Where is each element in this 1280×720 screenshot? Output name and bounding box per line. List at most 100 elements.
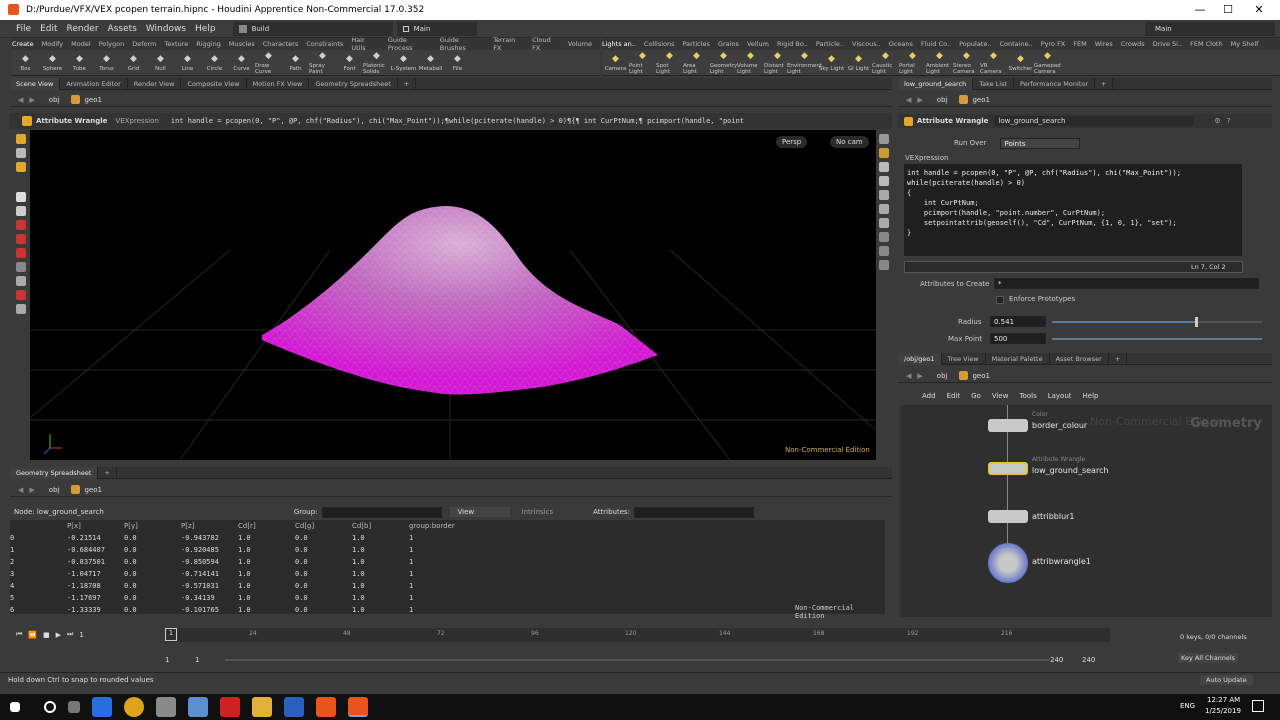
range-end2[interactable]: 240 — [1082, 656, 1095, 664]
ss-col-header[interactable]: P[y] — [124, 520, 181, 532]
table-row[interactable]: 6 -1.33339 0.0 -0.101765 1.0 0.0 1.0 1 — [10, 604, 885, 616]
shelf_left-tab-texture[interactable]: Texture — [164, 40, 188, 48]
range-end[interactable]: 240 — [1050, 656, 1063, 664]
param-forward-icon[interactable]: ▶ — [917, 96, 922, 104]
right-layout-selector[interactable]: Main — [1145, 22, 1275, 36]
net-menu-go[interactable]: Go — [971, 392, 981, 400]
shelf_right-tab-rigid-bo[interactable]: Rigid Bo.. — [777, 40, 808, 48]
shelf_right-tool-environment-light[interactable]: ◆ Environment Light — [787, 51, 822, 75]
key-all-button[interactable]: Key All Channels — [1178, 653, 1239, 663]
light-icon[interactable] — [879, 148, 889, 158]
viewer-tab-animation-editor[interactable]: Animation Editor — [60, 77, 128, 90]
ss-col-header[interactable]: P[z] — [181, 520, 238, 532]
net-path-geo[interactable]: geo1 — [972, 372, 990, 380]
radius-slider-handle[interactable] — [1194, 317, 1198, 327]
net-menu-edit[interactable]: Edit — [947, 392, 961, 400]
range-start[interactable]: 1 — [165, 656, 169, 664]
ss-path-geo[interactable]: geo1 — [84, 486, 102, 494]
enforce-checkbox[interactable] — [996, 296, 1004, 304]
itunes-icon[interactable] — [156, 697, 176, 717]
shelf_left-tool-l-system[interactable]: ◆ L-System — [390, 54, 417, 72]
ss-view-menu[interactable]: View — [449, 507, 510, 517]
magnet-tool-icon[interactable] — [16, 220, 26, 230]
viewer-tab-scene-view[interactable]: Scene View — [10, 77, 61, 90]
viewer-tab-motion-fx-view[interactable]: Motion FX View — [247, 77, 310, 90]
shelf_left-tab-model[interactable]: Model — [71, 40, 91, 48]
net-menu-add[interactable]: Add — [922, 392, 936, 400]
maxpoint-field[interactable]: 500 — [990, 333, 1046, 344]
houdini-active-icon[interactable] — [348, 697, 368, 717]
range-slider[interactable] — [225, 659, 1050, 661]
ss-col-header[interactable]: Cd[g] — [295, 520, 352, 532]
minimize-button[interactable]: — — [1185, 0, 1215, 20]
wireframe-icon[interactable] — [879, 176, 889, 186]
windows-start-icon[interactable] — [10, 702, 20, 712]
table-row[interactable]: 4 -1.18708 0.0 -0.571031 1.0 0.0 1.0 1 — [10, 580, 885, 592]
viewer-add-tab-button[interactable]: + — [398, 77, 417, 90]
language-indicator[interactable]: ENG — [1180, 702, 1195, 710]
last-frame-button[interactable]: ⏭ — [67, 630, 73, 639]
display-options-icon[interactable] — [879, 134, 889, 144]
param-back-icon[interactable]: ◀ — [906, 96, 911, 104]
node-border-colour[interactable] — [988, 419, 1028, 432]
menu-help[interactable]: Help — [195, 24, 216, 34]
shelf_left-tool-draw-curve[interactable]: ◆ Draw Curve — [255, 51, 282, 75]
vex-code-editor[interactable]: int handle = pcopen(0, "P", @P, chf("Rad… — [904, 164, 1242, 256]
network-tab-asset-browser[interactable]: Asset Browser — [1050, 352, 1109, 365]
shelf_left-tool-font[interactable]: ◆ Font — [336, 54, 363, 72]
shelf_right-tab-wires[interactable]: Wires — [1095, 40, 1113, 48]
viewer-tab-composite-view[interactable]: Composite View — [181, 77, 247, 90]
shelf_left-tool-circle[interactable]: ◆ Circle — [201, 54, 228, 72]
shelf_right-tool-sky-light[interactable]: ◆ Sky Light — [818, 54, 845, 72]
shelf_right-tab-collisions[interactable]: Collisions — [644, 40, 675, 48]
shelf_right-tab-my-shelf[interactable]: My Shelf — [1231, 40, 1259, 48]
grid-snap-icon[interactable] — [16, 276, 26, 286]
points-icon[interactable] — [879, 204, 889, 214]
search-icon[interactable] — [44, 701, 56, 713]
table-row[interactable]: 3 -1.04717 0.0 -0.714141 1.0 0.0 1.0 1 — [10, 568, 885, 580]
shelf_right-tool-gamepad-camera[interactable]: ◆ Gamepad Camera — [1034, 51, 1061, 75]
shelf_left-tool-platonic-solids[interactable]: ◆ Platonic Solids — [363, 51, 390, 75]
net-path-obj[interactable]: obj — [937, 372, 948, 380]
viewer-tab-render-view[interactable]: Render View — [128, 77, 182, 90]
ss-forward-icon[interactable]: ▶ — [29, 486, 34, 494]
ss-back-icon[interactable]: ◀ — [18, 486, 23, 494]
camera-menu[interactable]: No cam — [830, 136, 869, 148]
shelf_left-tool-box[interactable]: ◆ Box — [12, 54, 39, 72]
ss-intrinsics-menu[interactable]: Intrinsics — [522, 508, 554, 516]
timeline-ruler[interactable]: 24 48 72 96 120 144 168 192 216 1 — [165, 628, 1110, 642]
shelf_left-tab-create[interactable]: Create — [12, 40, 34, 48]
shelf_right-tab-fluid-co[interactable]: Fluid Co.. — [921, 40, 951, 48]
acrobat-icon[interactable] — [220, 697, 240, 717]
clock-time[interactable]: 12:27 AM — [1207, 696, 1240, 704]
shelf_right-tool-geometry-light[interactable]: ◆ Geometry Light — [710, 51, 737, 75]
shelf_right-tab-pyro-fx[interactable]: Pyro FX — [1041, 40, 1066, 48]
shelf_left-tool-file[interactable]: ◆ File — [444, 54, 471, 72]
shelf_left-tab-polygon[interactable]: Polygon — [99, 40, 125, 48]
param-path-geo[interactable]: geo1 — [972, 96, 990, 104]
shelf_right-tool-ambient-light[interactable]: ◆ Ambient Light — [926, 51, 953, 75]
menu-file[interactable]: File — [16, 24, 31, 34]
shelf_right-tool-portal-light[interactable]: ◆ Portal Light — [899, 51, 926, 75]
maxpoint-slider-track[interactable] — [1052, 338, 1262, 340]
menu-assets[interactable]: Assets — [108, 24, 137, 34]
shelf_left-tab-characters[interactable]: Characters — [263, 40, 298, 48]
shelf_right-tab-containe[interactable]: Containe.. — [1000, 40, 1033, 48]
table-row[interactable]: 0 -0.21514 0.0 -0.943782 1.0 0.0 1.0 1 — [10, 532, 885, 544]
shelf_left-tab-deform[interactable]: Deform — [132, 40, 156, 48]
net-back-icon[interactable]: ◀ — [906, 372, 911, 380]
current-frame[interactable]: 1 — [79, 631, 83, 639]
shelf_left-tool-sphere[interactable]: ◆ Sphere — [39, 54, 66, 72]
attr-create-field[interactable]: * — [994, 278, 1259, 289]
shelf_right-tool-spot-light[interactable]: ◆ Spot Light — [656, 51, 683, 75]
shelf_right-tab-particles[interactable]: Particles — [683, 40, 710, 48]
task-view-icon[interactable] — [68, 701, 80, 713]
param-tab-low-ground-search[interactable]: low_ground_search — [898, 77, 974, 90]
network-tab-tree-view[interactable]: Tree View — [942, 352, 986, 365]
shelf_left-tab-muscles[interactable]: Muscles — [229, 40, 255, 48]
clock-date[interactable]: 1/25/2019 — [1205, 707, 1241, 715]
param-tab-take-list[interactable]: Take List — [973, 77, 1015, 90]
shelf_right-tool-volume-light[interactable]: ◆ Volume Light — [737, 51, 764, 75]
ss-col-header[interactable]: Cd[r] — [238, 520, 295, 532]
home-view-icon[interactable] — [879, 246, 889, 256]
